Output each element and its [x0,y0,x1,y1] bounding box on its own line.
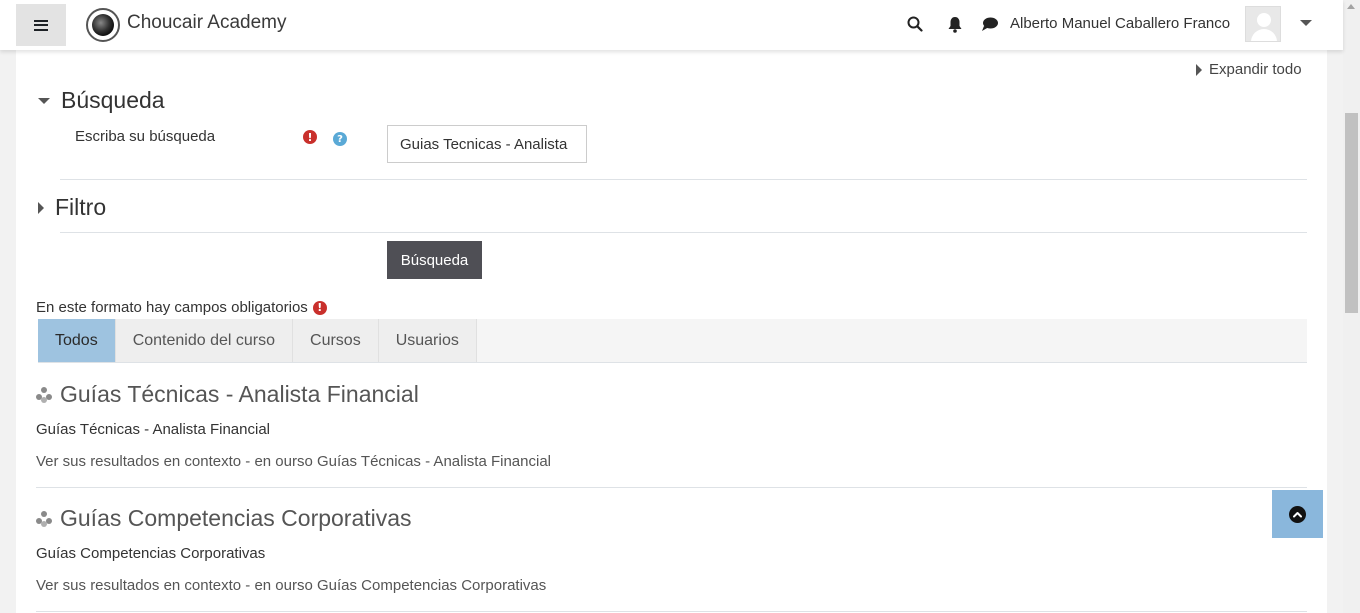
result-item: Guías Técnicas - Analista Financial Guía… [36,381,1307,470]
filter-section-title: Filtro [55,194,107,220]
user-menu-name[interactable]: Alberto Manuel Caballero Franco [1010,15,1230,32]
caret-right-icon [38,201,44,214]
filter-section-toggle[interactable]: Filtro [38,194,106,221]
bell-icon[interactable] [945,14,965,34]
course-icon [36,510,52,527]
result-title: Guías Competencias Corporativas [60,505,412,531]
search-input[interactable] [387,125,587,163]
divider [60,179,1307,180]
back-to-top-button[interactable] [1272,490,1323,538]
hamburger-menu-icon [34,19,48,31]
search-icon[interactable] [905,14,925,34]
tab-usuarios[interactable]: Usuarios [378,319,477,362]
result-subtitle: Guías Competencias Corporativas [36,545,266,562]
result-context-link[interactable]: Ver sus resultados en contexto - en ours… [36,453,1307,470]
result-context-link[interactable]: Ver sus resultados en contexto - en ours… [36,577,1307,594]
chevron-up-icon [1289,505,1306,523]
result-subtitle: Guías Técnicas - Analista Financial [36,421,271,438]
required-icon: ! [303,130,317,144]
results-tabs: Todos Contenido del curso Cursos Usuario… [38,319,1307,363]
caret-down-icon [38,97,50,104]
scroll-thumb[interactable] [1345,113,1358,313]
result-title: Guías Técnicas - Analista Financial [60,381,419,407]
tab-contenido-del-curso[interactable]: Contenido del curso [115,319,294,362]
main-content: Expandir todo Búsqueda Escriba su búsque… [16,50,1327,613]
search-submit-button[interactable]: Búsqueda [387,241,482,279]
course-icon [36,386,52,403]
site-name[interactable]: Choucair Academy [127,12,286,34]
divider [60,232,1307,233]
chevron-down-icon[interactable] [1300,20,1312,26]
search-field-label: Escriba su búsqueda [75,128,216,145]
search-section-title: Búsqueda [61,87,165,113]
required-note-text: En este formato hay campos obligatorios [36,299,308,316]
page-scrollbar[interactable] [1343,0,1360,613]
result-title-link[interactable]: Guías Técnicas - Analista Financial [36,381,1307,408]
divider [36,487,1307,488]
required-fields-note: En este formato hay campos obligatorios … [36,299,327,316]
divider [36,611,1307,612]
top-navbar: Choucair Academy Alberto Manuel Caballer… [0,0,1343,50]
help-icon[interactable]: ? [333,132,347,146]
expand-all-label: Expandir todo [1209,61,1302,78]
required-icon: ! [312,300,327,315]
expand-all-link[interactable]: Expandir todo [1196,61,1302,78]
menu-toggle-button[interactable] [16,4,66,46]
tab-todos[interactable]: Todos [38,319,116,362]
chat-icon[interactable] [980,14,1000,34]
search-section-toggle[interactable]: Búsqueda [38,87,165,114]
result-title-link[interactable]: Guías Competencias Corporativas [36,505,1307,532]
caret-right-icon [1196,63,1202,76]
site-logo[interactable] [86,8,120,42]
avatar[interactable] [1245,6,1281,42]
result-item: Guías Competencias Corporativas Guías Co… [36,505,1307,594]
scroll-up-arrow-icon[interactable] [1347,4,1355,9]
tab-cursos[interactable]: Cursos [293,319,379,362]
